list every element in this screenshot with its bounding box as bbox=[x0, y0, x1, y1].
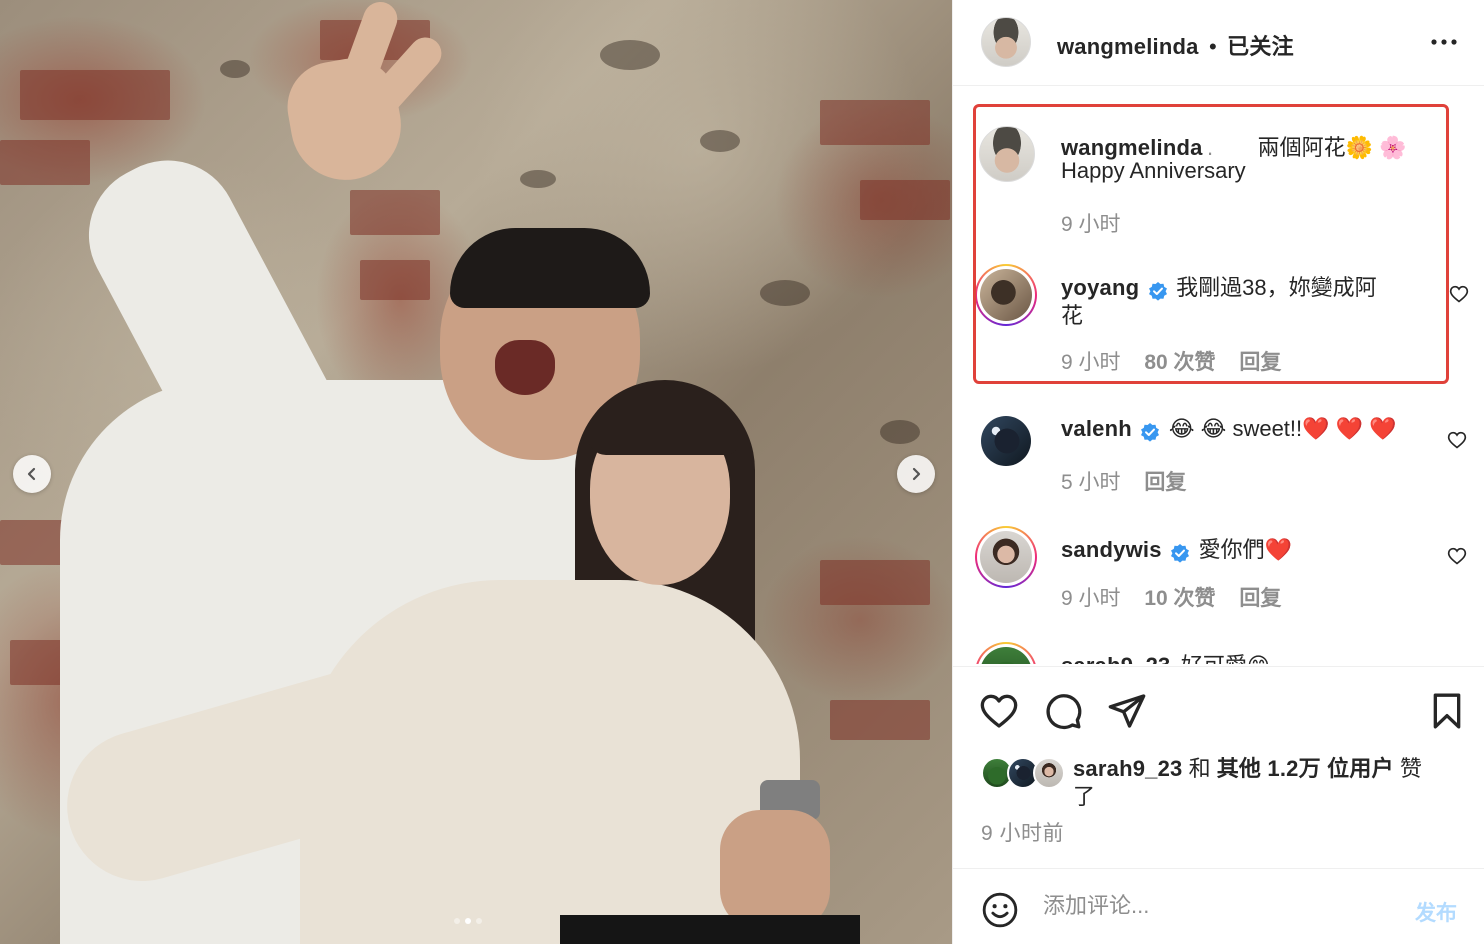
bookmark-icon[interactable] bbox=[1427, 691, 1467, 731]
like-comment-heart-icon[interactable] bbox=[1447, 546, 1467, 566]
likes-summary: sarah9_23 和 其他 1.2万 位用户 赞 了 bbox=[1073, 755, 1459, 811]
post-sidebar: wangmelinda • 已关注 wangmelinda . 兩個阿花🌼 🌸 … bbox=[952, 0, 1484, 944]
author-avatar[interactable] bbox=[981, 17, 1031, 67]
comment-username[interactable]: valenh bbox=[1061, 416, 1132, 441]
like-comment-heart-icon[interactable] bbox=[1447, 430, 1467, 450]
commenter-avatar[interactable] bbox=[981, 416, 1031, 466]
more-options-button[interactable] bbox=[1429, 30, 1459, 54]
likes-suffix: 赞 bbox=[1399, 756, 1422, 781]
comment-username[interactable]: sandywis bbox=[1061, 537, 1162, 562]
carousel-dot bbox=[476, 918, 482, 924]
header-separator: • bbox=[1209, 34, 1217, 59]
liker-username[interactable]: sarah9_23 bbox=[1073, 756, 1182, 781]
comment-username[interactable]: sarah9_23 bbox=[1061, 653, 1170, 664]
likes-suffix-line2: 了 bbox=[1073, 784, 1096, 809]
highlight-annotation bbox=[973, 104, 1449, 384]
author-username[interactable]: wangmelinda bbox=[1057, 34, 1199, 59]
comment-like-count[interactable]: 10 次赞 bbox=[1144, 587, 1215, 610]
carousel-dot bbox=[454, 918, 460, 924]
story-ring[interactable] bbox=[975, 642, 1037, 664]
post-photo[interactable] bbox=[0, 0, 952, 944]
comment-text: 😂 😂 sweet!!❤️ ❤️ ❤️ bbox=[1168, 416, 1397, 441]
story-ring[interactable] bbox=[975, 526, 1037, 588]
likes-count-button[interactable]: 其他 1.2万 位用户 bbox=[1217, 756, 1394, 781]
like-comment-heart-icon[interactable] bbox=[1449, 284, 1469, 304]
comment-text: 愛你們❤️ bbox=[1198, 537, 1292, 562]
follow-status-button[interactable]: 已关注 bbox=[1227, 34, 1294, 59]
carousel-dot-active bbox=[465, 918, 471, 924]
comment-time[interactable]: 9 小时 bbox=[1061, 587, 1121, 610]
post-timestamp[interactable]: 9 小时前 bbox=[981, 817, 1064, 847]
more-horizontal-icon bbox=[1431, 39, 1457, 45]
reply-button[interactable]: 回复 bbox=[1144, 471, 1186, 494]
reply-button[interactable]: 回复 bbox=[1239, 587, 1281, 610]
post-header: wangmelinda • 已关注 bbox=[953, 0, 1484, 86]
comment-icon[interactable] bbox=[1043, 691, 1083, 731]
carousel-indicator bbox=[454, 918, 482, 924]
next-photo-button[interactable] bbox=[897, 455, 935, 493]
emoji-icon[interactable] bbox=[981, 891, 1019, 929]
likes-joiner: 和 bbox=[1188, 756, 1211, 781]
post-comment-button[interactable]: 发布 bbox=[1415, 897, 1457, 927]
verified-badge-icon bbox=[1171, 543, 1190, 563]
comments-list[interactable]: wangmelinda . 兩個阿花🌼 🌸 Happy Anniversary … bbox=[953, 86, 1484, 664]
post-actions: sarah9_23 和 其他 1.2万 位用户 赞 了 9 小时前 bbox=[953, 666, 1484, 866]
chevron-left-icon bbox=[27, 467, 36, 481]
chevron-right-icon bbox=[912, 467, 921, 481]
commenter-avatar bbox=[980, 531, 1032, 583]
paper-plane-icon[interactable] bbox=[1107, 691, 1147, 731]
add-comment-input[interactable] bbox=[1043, 893, 1393, 919]
heart-icon[interactable] bbox=[979, 691, 1019, 731]
comment-time[interactable]: 5 小时 bbox=[1061, 471, 1121, 494]
add-comment-bar: 发布 bbox=[953, 868, 1484, 944]
comment-text: 好可愛😊 bbox=[1181, 653, 1270, 664]
verified-badge-icon bbox=[1141, 422, 1160, 442]
previous-photo-button[interactable] bbox=[13, 455, 51, 493]
liker-avatar[interactable] bbox=[1033, 757, 1065, 789]
